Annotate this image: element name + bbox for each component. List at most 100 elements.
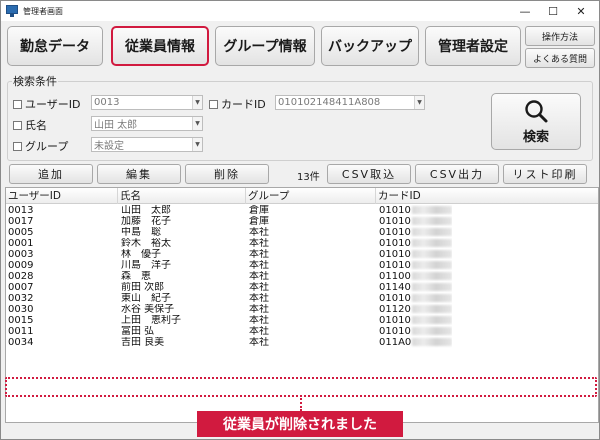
checkbox-box[interactable] [209, 99, 218, 109]
cell-name-text: 富田 弘 [121, 326, 155, 337]
cell-group: 本社 [249, 337, 269, 348]
list-print-button[interactable]: リスト印刷 [503, 164, 587, 184]
cell-name-text: 吉田 良美 [121, 337, 165, 348]
table-row[interactable]: 0009 川島 洋子 本社 01010 [6, 260, 598, 271]
checkbox-box[interactable] [13, 99, 22, 109]
cell-group: 本社 [249, 315, 269, 326]
table-row[interactable]: 0005 中島 聡 本社 01010 [6, 227, 598, 238]
nav-admin-settings-button[interactable]: 管理者設定 [425, 26, 521, 66]
close-button[interactable]: ✕ [567, 1, 595, 21]
cell-card-id: 01100 [379, 271, 452, 282]
table-row[interactable]: 0028 森 恵 本社 01100 [6, 271, 598, 282]
cell-user-id-text: 0034 [8, 337, 34, 348]
cell-user-id-text: 0015 [8, 315, 34, 326]
minimize-button[interactable]: — [511, 1, 539, 21]
cell-user-id: 0005 [8, 227, 33, 238]
admin-window: 管理者画面 — ☐ ✕ 勤怠データ 従業員情報 グループ情報 バックアップ 管理… [0, 0, 600, 440]
cell-group: 本社 [249, 304, 269, 315]
help-button[interactable]: 操作方法 [525, 26, 595, 46]
cell-card-id: 01010 [379, 205, 452, 216]
table-row[interactable]: 0001 鈴木 裕太 本社 01010 [6, 238, 598, 249]
chevron-down-icon[interactable]: ▼ [192, 117, 202, 130]
chevron-down-icon[interactable]: ▼ [192, 96, 202, 109]
card-id-combo[interactable]: 010102148411A808 ▼ [275, 95, 425, 110]
table-row[interactable]: 0015 上田 恵利子 本社 01010 [6, 315, 598, 326]
redaction-blur [411, 261, 452, 269]
cell-group-text: 本社 [249, 315, 269, 326]
csv-import-button[interactable]: CSV取込 [327, 164, 411, 184]
cell-group-text: 本社 [249, 326, 269, 337]
maximize-button[interactable]: ☐ [539, 1, 567, 21]
column-header-group[interactable]: グループ [246, 188, 376, 204]
cell-card-id: 01010 [379, 260, 452, 271]
cell-user-id-text: 0005 [8, 227, 34, 238]
search-conditions-legend: 検索条件 [13, 75, 57, 88]
table-row[interactable]: 0003 林 優子 本社 01010 [6, 249, 598, 260]
table-header: ユーザーID 氏名 グループ カードID [6, 188, 598, 204]
user-id-checkbox[interactable]: ユーザーID [13, 96, 81, 112]
cell-name-text: 山田 太郎 [121, 205, 171, 216]
cell-name-text: 川島 洋子 [121, 260, 171, 271]
cell-user-id-text: 0030 [8, 304, 34, 315]
cell-user-id: 0028 [8, 271, 33, 282]
cell-card-id-text: 01010 [379, 249, 411, 260]
table-row[interactable]: 0032 東山 紀子 本社 01010 [6, 293, 598, 304]
edit-button[interactable]: 編集 [97, 164, 181, 184]
name-value: 山田 太郎 [94, 120, 138, 131]
window-title: 管理者画面 [23, 6, 63, 16]
checkbox-box[interactable] [13, 141, 22, 151]
column-header-name[interactable]: 氏名 [118, 188, 246, 204]
cell-user-id: 0011 [8, 326, 33, 337]
card-id-checkbox[interactable]: カードID [209, 96, 266, 112]
nav-employee-info-button[interactable]: 従業員情報 [111, 26, 209, 66]
cell-user-id: 0015 [8, 315, 33, 326]
cell-name: 前田 次郎 [121, 282, 164, 293]
user-id-combo[interactable]: 0013 ▼ [91, 95, 203, 110]
nav-group-info-button[interactable]: グループ情報 [215, 26, 315, 66]
cell-user-id-text: 0003 [8, 249, 34, 260]
chevron-down-icon[interactable]: ▼ [192, 138, 202, 151]
table-row[interactable]: 0017 加藤 花子 倉庫 01010 [6, 216, 598, 227]
cell-user-id: 0001 [8, 238, 33, 249]
cell-name: 上田 恵利子 [121, 315, 181, 326]
group-combo[interactable]: 未設定 ▼ [91, 137, 203, 152]
delete-button[interactable]: 削除 [185, 164, 269, 184]
cell-card-id: 011A0 [379, 337, 453, 348]
table-row[interactable]: 0030 水谷 美保子 本社 01120 [6, 304, 598, 315]
cell-user-id: 0013 [8, 205, 33, 216]
add-button[interactable]: 追加 [9, 164, 93, 184]
cell-group: 本社 [249, 249, 269, 260]
table-row[interactable]: 0013 山田 太郎 倉庫 01010 [6, 205, 598, 216]
cell-group-text: 本社 [249, 249, 269, 260]
table-row[interactable]: 0011 富田 弘 本社 01010 [6, 326, 598, 337]
name-combo[interactable]: 山田 太郎 ▼ [91, 116, 203, 131]
redaction-blur [411, 250, 452, 258]
csv-export-button[interactable]: CSV出力 [415, 164, 499, 184]
cell-card-id: 01010 [379, 293, 452, 304]
deleted-row-highlight [5, 377, 597, 397]
checkbox-box[interactable] [13, 120, 22, 130]
column-header-user-id[interactable]: ユーザーID [6, 188, 118, 204]
cell-user-id: 0017 [8, 216, 33, 227]
table-row[interactable]: 0034 吉田 良美 本社 011A0 [6, 337, 598, 348]
cell-group-text: 本社 [249, 260, 269, 271]
redaction-blur [411, 294, 452, 302]
cell-card-id-text: 01010 [379, 326, 411, 337]
cell-card-id-text: 01140 [379, 282, 411, 293]
cell-card-id-text: 01010 [379, 260, 411, 271]
faq-button[interactable]: よくある質問 [525, 48, 595, 68]
group-checkbox[interactable]: グループ [13, 138, 68, 154]
cell-card-id-text: 01010 [379, 315, 411, 326]
column-header-card-id[interactable]: カードID [376, 188, 598, 204]
cell-group: 本社 [249, 282, 269, 293]
chevron-down-icon[interactable]: ▼ [414, 96, 424, 109]
nav-backup-button[interactable]: バックアップ [321, 26, 419, 66]
cell-user-id-text: 0017 [8, 216, 34, 227]
cell-name: 吉田 良美 [121, 337, 164, 348]
redaction-blur [411, 305, 452, 313]
table-row[interactable]: 0007 前田 次郎 本社 01140 [6, 282, 598, 293]
nav-attendance-data-button[interactable]: 勤怠データ [7, 26, 103, 66]
name-checkbox[interactable]: 氏名 [13, 117, 47, 133]
redaction-blur [411, 206, 452, 214]
search-button[interactable]: 検索 [491, 93, 581, 150]
